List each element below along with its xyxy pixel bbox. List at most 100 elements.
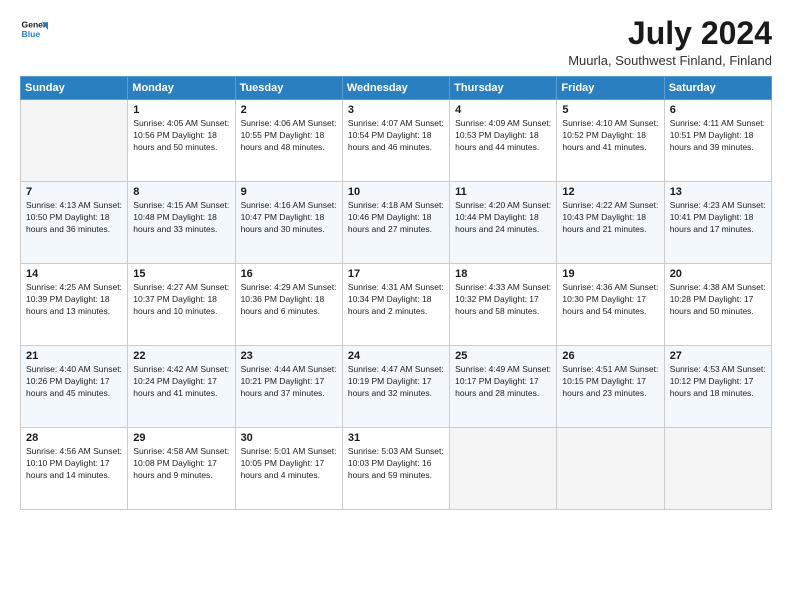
day-info: Sunrise: 4:20 AM Sunset: 10:44 PM Daylig… bbox=[455, 200, 551, 236]
title-area: July 2024 Muurla, Southwest Finland, Fin… bbox=[568, 16, 772, 68]
day-info: Sunrise: 4:25 AM Sunset: 10:39 PM Daylig… bbox=[26, 282, 122, 318]
day-cell: 20Sunrise: 4:38 AM Sunset: 10:28 PM Dayl… bbox=[664, 264, 771, 346]
day-cell: 1 Sunrise: 4:05 AM Sunset: 10:56 PM Dayli… bbox=[128, 100, 235, 182]
day-cell: 30Sunrise: 5:01 AM Sunset: 10:05 PM Dayl… bbox=[235, 428, 342, 510]
day-cell: 9Sunrise: 4:16 AM Sunset: 10:47 PM Dayli… bbox=[235, 182, 342, 264]
day-info: Sunrise: 4:36 AM Sunset: 10:30 PM Daylig… bbox=[562, 282, 658, 318]
col-monday: Monday bbox=[128, 77, 235, 100]
day-number: 7 bbox=[26, 186, 122, 198]
header: General Blue July 2024 Muurla, Southwest… bbox=[20, 16, 772, 68]
day-info: Sunrise: 4:42 AM Sunset: 10:24 PM Daylig… bbox=[133, 364, 229, 400]
day-number: 31 bbox=[348, 432, 444, 444]
day-cell: 22 Sunrise: 4:42 AM Sunset: 10:24 PM Dayl… bbox=[128, 346, 235, 428]
day-number: 9 bbox=[241, 186, 337, 198]
day-info: Sunrise: 5:03 AM Sunset: 10:03 PM Daylig… bbox=[348, 446, 444, 482]
day-number: 23 bbox=[241, 350, 337, 362]
day-number: 28 bbox=[26, 432, 122, 444]
day-info: Sunrise: 4:53 AM Sunset: 10:12 PM Daylig… bbox=[670, 364, 766, 400]
day-number: 14 bbox=[26, 268, 122, 280]
day-number: 4 bbox=[455, 104, 551, 116]
day-number: 25 bbox=[455, 350, 551, 362]
day-cell: 23Sunrise: 4:44 AM Sunset: 10:21 PM Dayl… bbox=[235, 346, 342, 428]
col-friday: Friday bbox=[557, 77, 664, 100]
day-number: 21 bbox=[26, 350, 122, 362]
calendar-page: General Blue July 2024 Muurla, Southwest… bbox=[0, 0, 792, 612]
day-info: Sunrise: 4:09 AM Sunset: 10:53 PM Daylig… bbox=[455, 118, 551, 154]
day-cell bbox=[450, 428, 557, 510]
day-cell: 12 Sunrise: 4:22 AM Sunset: 10:43 PM Dayl… bbox=[557, 182, 664, 264]
day-cell: 10 Sunrise: 4:18 AM Sunset: 10:46 PM Dayl… bbox=[342, 182, 449, 264]
month-title: July 2024 bbox=[568, 16, 772, 51]
day-info: Sunrise: 4:07 AM Sunset: 10:54 PM Daylig… bbox=[348, 118, 444, 154]
day-number: 3 bbox=[348, 104, 444, 116]
day-number: 16 bbox=[241, 268, 337, 280]
day-info: Sunrise: 4:10 AM Sunset: 10:52 PM Daylig… bbox=[562, 118, 658, 154]
week-row-1: 1 Sunrise: 4:05 AM Sunset: 10:56 PM Dayli… bbox=[21, 100, 772, 182]
svg-text:Blue: Blue bbox=[22, 29, 41, 39]
day-number: 5 bbox=[562, 104, 658, 116]
day-info: Sunrise: 4:38 AM Sunset: 10:28 PM Daylig… bbox=[670, 282, 766, 318]
day-info: Sunrise: 4:27 AM Sunset: 10:37 PM Daylig… bbox=[133, 282, 229, 318]
day-number: 22 bbox=[133, 350, 229, 362]
day-info: Sunrise: 4:49 AM Sunset: 10:17 PM Daylig… bbox=[455, 364, 551, 400]
day-number: 13 bbox=[670, 186, 766, 198]
day-cell: 7 Sunrise: 4:13 AM Sunset: 10:50 PM Dayli… bbox=[21, 182, 128, 264]
day-info: Sunrise: 4:05 AM Sunset: 10:56 PM Daylig… bbox=[133, 118, 229, 154]
day-cell: 27Sunrise: 4:53 AM Sunset: 10:12 PM Dayl… bbox=[664, 346, 771, 428]
day-info: Sunrise: 4:33 AM Sunset: 10:32 PM Daylig… bbox=[455, 282, 551, 318]
day-info: Sunrise: 4:15 AM Sunset: 10:48 PM Daylig… bbox=[133, 200, 229, 236]
day-number: 12 bbox=[562, 186, 658, 198]
day-cell: 6Sunrise: 4:11 AM Sunset: 10:51 PM Dayli… bbox=[664, 100, 771, 182]
day-number: 10 bbox=[348, 186, 444, 198]
day-number: 24 bbox=[348, 350, 444, 362]
day-number: 11 bbox=[455, 186, 551, 198]
day-cell: 16 Sunrise: 4:29 AM Sunset: 10:36 PM Dayl… bbox=[235, 264, 342, 346]
week-row-3: 14 Sunrise: 4:25 AM Sunset: 10:39 PM Dayl… bbox=[21, 264, 772, 346]
logo-icon: General Blue bbox=[20, 16, 48, 44]
day-info: Sunrise: 4:13 AM Sunset: 10:50 PM Daylig… bbox=[26, 200, 122, 236]
day-info: Sunrise: 4:18 AM Sunset: 10:46 PM Daylig… bbox=[348, 200, 444, 236]
day-cell: 3 Sunrise: 4:07 AM Sunset: 10:54 PM Dayli… bbox=[342, 100, 449, 182]
header-row: Sunday Monday Tuesday Wednesday Thursday… bbox=[21, 77, 772, 100]
day-info: Sunrise: 4:22 AM Sunset: 10:43 PM Daylig… bbox=[562, 200, 658, 236]
day-cell: 18Sunrise: 4:33 AM Sunset: 10:32 PM Dayl… bbox=[450, 264, 557, 346]
col-thursday: Thursday bbox=[450, 77, 557, 100]
day-cell: 21 Sunrise: 4:40 AM Sunset: 10:26 PM Dayl… bbox=[21, 346, 128, 428]
day-cell: 19 Sunrise: 4:36 AM Sunset: 10:30 PM Dayl… bbox=[557, 264, 664, 346]
day-cell: 8 Sunrise: 4:15 AM Sunset: 10:48 PM Dayli… bbox=[128, 182, 235, 264]
day-cell bbox=[21, 100, 128, 182]
day-cell: 13 Sunrise: 4:23 AM Sunset: 10:41 PM Dayl… bbox=[664, 182, 771, 264]
day-info: Sunrise: 4:06 AM Sunset: 10:55 PM Daylig… bbox=[241, 118, 337, 154]
day-info: Sunrise: 4:58 AM Sunset: 10:08 PM Daylig… bbox=[133, 446, 229, 482]
day-number: 6 bbox=[670, 104, 766, 116]
day-cell: 15 Sunrise: 4:27 AM Sunset: 10:37 PM Dayl… bbox=[128, 264, 235, 346]
day-number: 1 bbox=[133, 104, 229, 116]
day-cell bbox=[664, 428, 771, 510]
day-cell: 29 Sunrise: 4:58 AM Sunset: 10:08 PM Dayl… bbox=[128, 428, 235, 510]
day-info: Sunrise: 4:56 AM Sunset: 10:10 PM Daylig… bbox=[26, 446, 122, 482]
day-cell: 4 Sunrise: 4:09 AM Sunset: 10:53 PM Dayli… bbox=[450, 100, 557, 182]
day-number: 26 bbox=[562, 350, 658, 362]
day-cell: 14 Sunrise: 4:25 AM Sunset: 10:39 PM Dayl… bbox=[21, 264, 128, 346]
day-info: Sunrise: 4:47 AM Sunset: 10:19 PM Daylig… bbox=[348, 364, 444, 400]
col-saturday: Saturday bbox=[664, 77, 771, 100]
day-cell: 24 Sunrise: 4:47 AM Sunset: 10:19 PM Dayl… bbox=[342, 346, 449, 428]
day-info: Sunrise: 4:40 AM Sunset: 10:26 PM Daylig… bbox=[26, 364, 122, 400]
day-cell: 2Sunrise: 4:06 AM Sunset: 10:55 PM Dayli… bbox=[235, 100, 342, 182]
day-info: Sunrise: 4:31 AM Sunset: 10:34 PM Daylig… bbox=[348, 282, 444, 318]
day-cell: 31 Sunrise: 5:03 AM Sunset: 10:03 PM Dayl… bbox=[342, 428, 449, 510]
day-info: Sunrise: 4:23 AM Sunset: 10:41 PM Daylig… bbox=[670, 200, 766, 236]
col-sunday: Sunday bbox=[21, 77, 128, 100]
col-wednesday: Wednesday bbox=[342, 77, 449, 100]
day-number: 15 bbox=[133, 268, 229, 280]
day-cell bbox=[557, 428, 664, 510]
day-number: 30 bbox=[241, 432, 337, 444]
day-number: 19 bbox=[562, 268, 658, 280]
day-number: 8 bbox=[133, 186, 229, 198]
day-info: Sunrise: 4:29 AM Sunset: 10:36 PM Daylig… bbox=[241, 282, 337, 318]
logo: General Blue bbox=[20, 16, 48, 44]
day-number: 17 bbox=[348, 268, 444, 280]
day-cell: 26Sunrise: 4:51 AM Sunset: 10:15 PM Dayl… bbox=[557, 346, 664, 428]
calendar-table: Sunday Monday Tuesday Wednesday Thursday… bbox=[20, 76, 772, 510]
day-number: 29 bbox=[133, 432, 229, 444]
